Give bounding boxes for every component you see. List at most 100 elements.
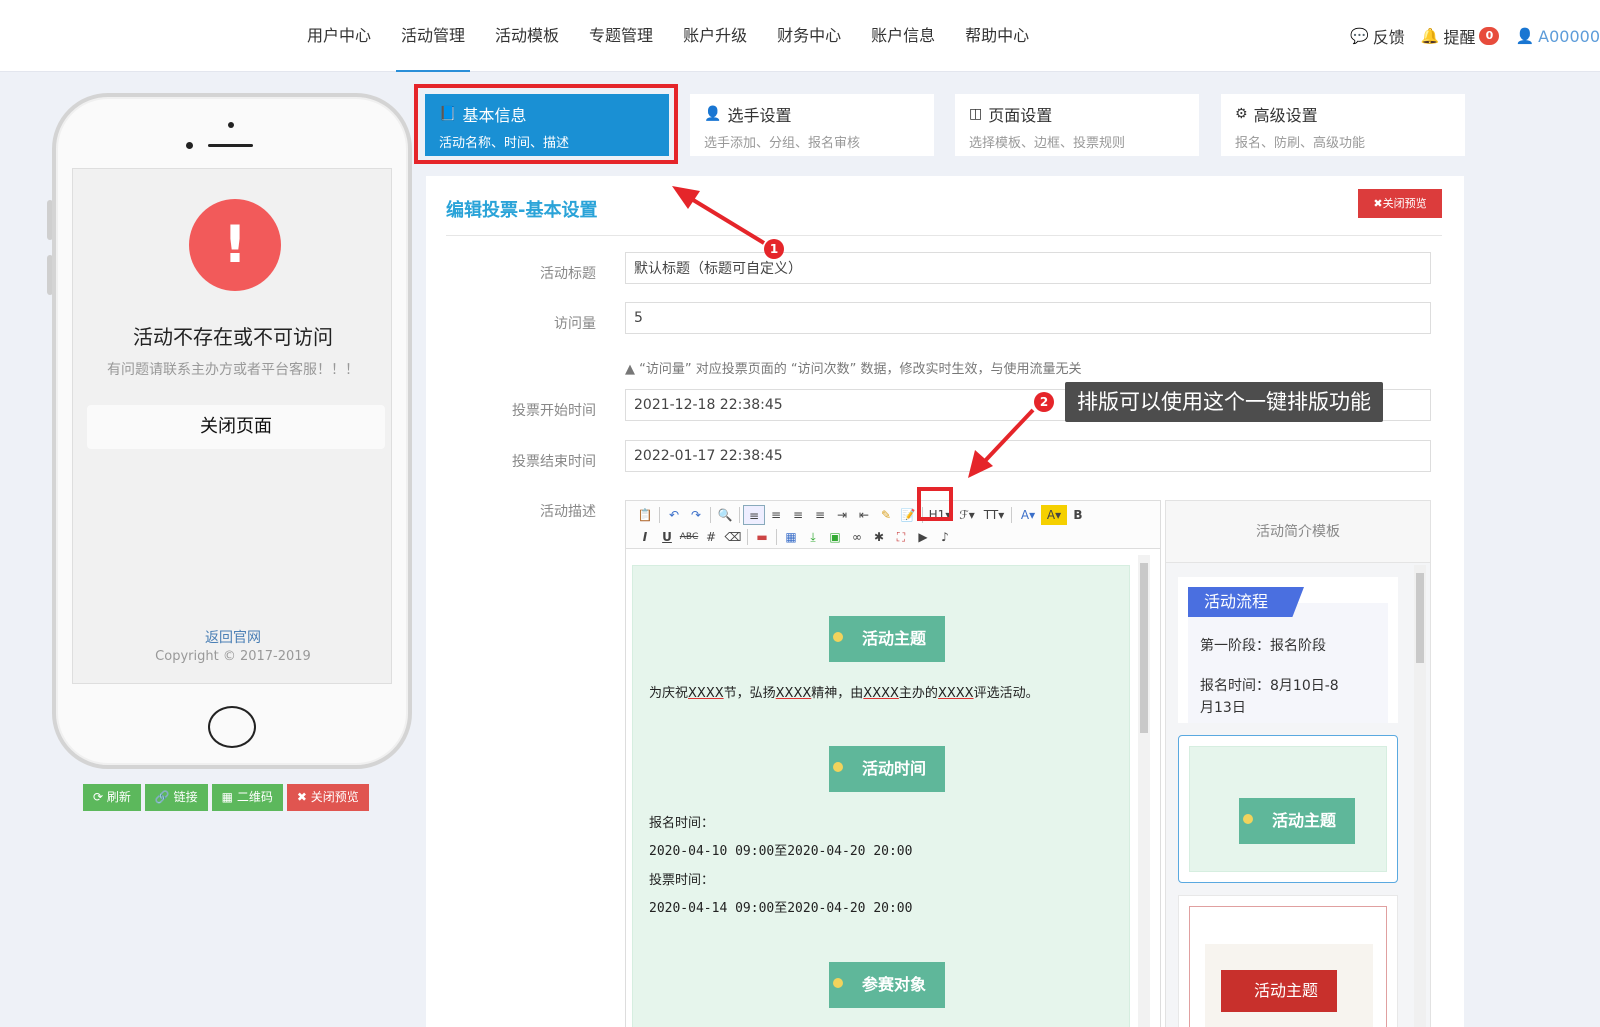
phone-sensor (186, 142, 193, 149)
error-title: 活动不存在或不可访问 (133, 325, 333, 349)
banner-label: 活动主题 (1271, 811, 1336, 830)
template-card-flow[interactable]: 活动流程 第一阶段：报名阶段 报名时间：8月10日-8 月13日 (1178, 577, 1398, 723)
editor-scrollbar[interactable] (1138, 555, 1150, 1027)
nav-item-topic-manage[interactable]: 专题管理 (574, 0, 668, 72)
close-preview-label: 关闭预览 (310, 790, 359, 804)
scrollbar-thumb[interactable] (1416, 573, 1424, 663)
auto-format-icon[interactable]: 📝 (897, 505, 919, 525)
flower-icon (1243, 814, 1253, 824)
close-page-button[interactable]: 关闭页面 (87, 405, 385, 449)
link-button[interactable]: 🔗 链接 (144, 784, 208, 811)
tab-advanced-settings[interactable]: ⚙ 高级设置 报名、防刷、高级功能 (1221, 94, 1465, 156)
table-icon[interactable]: ▦ (780, 527, 802, 547)
align-center-icon[interactable]: ≡ (765, 505, 787, 525)
toolbar-separator (739, 507, 740, 523)
strikethrough-icon[interactable]: ABC (678, 527, 700, 547)
scrollbar-thumb[interactable] (1140, 563, 1148, 733)
text-fragment: 主办的 (898, 686, 938, 701)
align-justify-icon[interactable]: ≡ (809, 505, 831, 525)
font-family-dropdown[interactable]: ℱ▾ (954, 505, 980, 525)
nav-item-account-info[interactable]: 账户信息 (856, 0, 950, 72)
section-banner-theme: 活动主题 (1221, 970, 1337, 1012)
hashtag-icon[interactable]: # (700, 527, 722, 547)
error-icon: ! (189, 199, 281, 291)
paste-icon[interactable]: 📋 (634, 505, 656, 525)
template-scrollbar[interactable] (1414, 565, 1426, 1027)
copyright-text: Copyright © 2017-2019 (155, 649, 311, 664)
fullscreen-icon[interactable]: ⛶ (890, 527, 912, 547)
nav-menu: 用户中心 活动管理 活动模板 专题管理 账户升级 财务中心 账户信息 帮助中心 (292, 0, 1044, 72)
toolbar-row-1: 📋 ↶ ↷ 🔍 ≡ ≡ ≡ ≡ ⇥ ⇤ ✎ 📝 H1▾ ℱ▾ TT▾ A▾ A▾… (634, 505, 1152, 525)
close-preview-button[interactable]: ✖ 关闭预览 (286, 784, 369, 811)
bold-icon[interactable]: B (1067, 505, 1089, 525)
banner-label: 活动主题 (861, 629, 926, 648)
image-icon[interactable]: ▣ (824, 527, 846, 547)
end-time-label: 投票结束时间 (512, 454, 596, 470)
end-time-input[interactable] (625, 440, 1431, 472)
indent-icon[interactable]: ⇥ (831, 505, 853, 525)
video-icon[interactable]: ▶ (912, 527, 934, 547)
align-right-icon[interactable]: ≡ (787, 505, 809, 525)
back-to-site-link[interactable]: 返回官网 (73, 627, 393, 647)
insert-row-icon[interactable]: ⤓ (802, 527, 824, 547)
nav-item-account-upgrade[interactable]: 账户升级 (668, 0, 762, 72)
refresh-label: 刷新 (106, 790, 131, 804)
vote-label: 投票时间： (649, 873, 715, 888)
template-card-green[interactable]: 活动主题 (1178, 735, 1398, 883)
underline-icon[interactable]: U (656, 527, 678, 547)
link-icon[interactable]: ∞ (846, 527, 868, 547)
feedback-link[interactable]: 💬 反馈 (1350, 24, 1405, 48)
tab-subtitle: 选手添加、分组、报名审核 (704, 136, 861, 151)
eraser-icon[interactable]: ⌫ (722, 527, 744, 547)
nav-item-activity-manage[interactable]: 活动管理 (386, 0, 480, 72)
font-color-dropdown[interactable]: A▾ (1015, 505, 1041, 525)
refresh-button[interactable]: ⟳ 刷新 (83, 784, 141, 811)
nav-item-finance[interactable]: 财务中心 (762, 0, 856, 72)
editor-content[interactable]: 活动主题 为庆祝XXXX节，弘扬XXXX精神，由XXXX主办的XXXX评选活动。… (632, 565, 1130, 1027)
nav-item-activity-templates[interactable]: 活动模板 (480, 0, 574, 72)
template-sidebar: 活动简介模板 活动流程 第一阶段：报名阶段 报名时间：8月10日-8 月13日 … (1165, 500, 1431, 1027)
unlink-icon[interactable]: ✱ (868, 527, 890, 547)
qrcode-icon: ▦ (221, 790, 237, 804)
bell-icon: 🔔 (1420, 27, 1440, 45)
redo-icon[interactable]: ↷ (685, 505, 707, 525)
tab-title: 高级设置 (1253, 106, 1318, 125)
banner-label: 活动时间 (861, 759, 926, 778)
nav-item-help[interactable]: 帮助中心 (950, 0, 1044, 72)
toolbar-separator (1011, 507, 1012, 523)
phone-home-button (208, 706, 256, 748)
notify-link[interactable]: 🔔 提醒 0 (1421, 24, 1500, 48)
step-marker-2: 2 (1034, 392, 1054, 412)
signup-label: 报名时间： (649, 816, 715, 831)
description-label: 活动描述 (540, 504, 596, 520)
tab-title: 页面设置 (988, 106, 1053, 125)
phone-speaker (208, 144, 253, 147)
phone-camera (228, 122, 234, 128)
undo-icon[interactable]: ↶ (663, 505, 685, 525)
tab-page-settings[interactable]: ◫ 页面设置 选择模板、边框、投票规则 (955, 94, 1199, 156)
user-menu[interactable]: 👤 A00000 (1515, 27, 1600, 46)
template-card-red[interactable]: 活动主题 (1178, 895, 1398, 1027)
qrcode-button[interactable]: ▦ 二维码 (211, 784, 283, 811)
views-input[interactable] (625, 302, 1431, 334)
font-size-dropdown[interactable]: TT▾ (980, 505, 1008, 525)
format-brush-icon[interactable]: ✎ (875, 505, 897, 525)
text-placeholder: XXXX (937, 686, 974, 701)
preview-icon[interactable]: 🔍 (714, 505, 736, 525)
music-icon[interactable]: ♪ (934, 527, 956, 547)
outdent-icon[interactable]: ⇤ (853, 505, 875, 525)
section-banner-time: 活动时间 (829, 746, 945, 792)
feedback-label: 反馈 (1372, 28, 1405, 47)
italic-icon[interactable]: I (634, 527, 656, 547)
views-hint: ▲ “访问量” 对应投票页面的 “访问次数” 数据，修改实时生效，与使用流量无关 (625, 362, 1082, 377)
align-left-icon[interactable]: ≡ (743, 505, 765, 525)
nav-right-actions: 💬 反馈 🔔 提醒 0 👤 A00000 (1334, 0, 1600, 72)
tab-player-settings[interactable]: 👤 选手设置 选手添加、分组、报名审核 (690, 94, 934, 156)
editor-toolbar: 📋 ↶ ↷ 🔍 ≡ ≡ ≡ ≡ ⇥ ⇤ ✎ 📝 H1▾ ℱ▾ TT▾ A▾ A▾… (626, 501, 1160, 549)
flow-line-1: 第一阶段：报名阶段 (1200, 638, 1326, 654)
nav-item-user-center[interactable]: 用户中心 (292, 0, 386, 72)
panel-close-preview-button[interactable]: ✖关闭预览 (1358, 189, 1442, 218)
title-input[interactable] (625, 252, 1431, 284)
background-icon[interactable]: ▬ (751, 527, 773, 547)
highlight-color-dropdown[interactable]: A▾ (1041, 505, 1067, 525)
